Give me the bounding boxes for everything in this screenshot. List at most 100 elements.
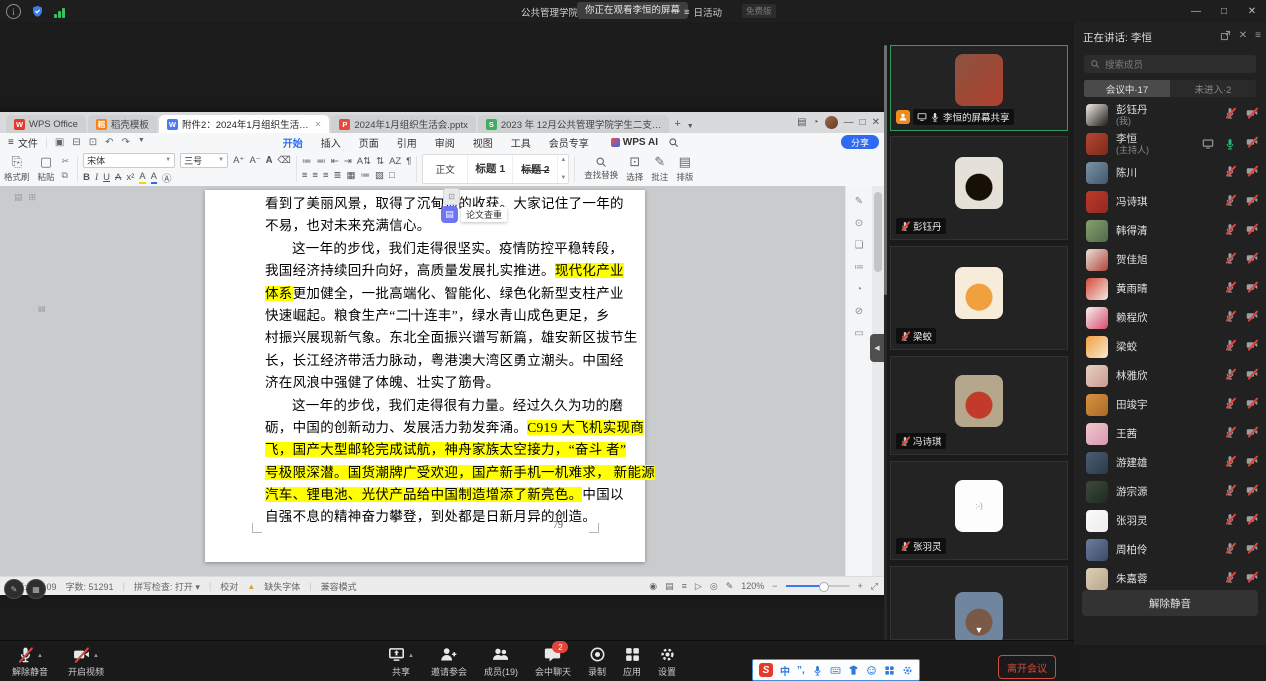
chat-button[interactable]: 2会中聊天 <box>535 645 571 678</box>
zoom-slider-thumb[interactable] <box>819 582 829 592</box>
caret-icon[interactable]: ▲ <box>408 653 414 663</box>
start-video-button[interactable]: ▲开启视频 <box>68 645 104 678</box>
mic-muted-icon[interactable] <box>1224 251 1236 269</box>
font-color-button[interactable]: A <box>151 171 157 184</box>
more-icon[interactable]: ▼ <box>138 137 145 148</box>
document-tab-1[interactable]: 稻稻壳模板 <box>88 115 157 133</box>
ribbon-tab-5[interactable]: 视图 <box>473 135 493 150</box>
mic-muted-icon[interactable] <box>1224 309 1236 327</box>
camera-off-icon[interactable] <box>1246 483 1258 501</box>
mic-on-icon[interactable] <box>1224 138 1236 150</box>
participant-row-2[interactable]: 陈川 <box>1074 158 1266 187</box>
bookmark-icon[interactable]: ❏ <box>855 240 864 251</box>
undo-icon[interactable]: ↶ <box>105 137 113 148</box>
participant-row-11[interactable]: 王茜 <box>1074 419 1266 448</box>
document-tab-3[interactable]: P2024年1月组织生活会.pptx <box>331 115 476 133</box>
typeset-button[interactable]: ▤排版 <box>672 154 697 183</box>
focus-mode-icon[interactable]: ◎ <box>710 581 718 592</box>
justify-icon[interactable]: ≣ <box>334 170 342 181</box>
style-heading2[interactable]: 标题 2 <box>513 155 558 183</box>
ribbon-tab-3[interactable]: 引用 <box>397 135 417 150</box>
participant-row-0[interactable]: 彭钰丹(我) <box>1074 100 1266 129</box>
ribbon-tab-0[interactable]: 开始 <box>283 135 303 150</box>
tab-not-joined[interactable]: 未进入·2 <box>1170 80 1256 97</box>
mic-muted-icon[interactable] <box>1224 570 1236 588</box>
camera-off-icon[interactable] <box>1246 280 1258 298</box>
zoom-out-button[interactable]: − <box>772 581 777 591</box>
style-gallery-arrows[interactable]: ▲▼ <box>558 155 568 183</box>
style-heading1[interactable]: 标题 1 <box>468 155 513 183</box>
status-spellcheck[interactable]: 拼写检查: 打开 ▾ <box>134 580 200 593</box>
font-size-select[interactable]: 三号▼ <box>180 153 228 168</box>
mic-muted-icon[interactable] <box>1224 425 1236 443</box>
numbered-list-icon[interactable]: ≕ <box>316 156 326 167</box>
decrease-font-icon[interactable]: A⁻ <box>249 155 260 166</box>
participant-row-7[interactable]: 赖程欣 <box>1074 303 1266 332</box>
new-tab-button[interactable]: + <box>674 118 680 130</box>
format-painter-button[interactable]: ⎘格式刷 <box>0 154 34 183</box>
participant-row-16[interactable]: 朱嘉蓉 <box>1074 564 1266 593</box>
floating-tool-icon[interactable]: ⊡ <box>443 188 460 205</box>
align-center-icon[interactable]: ≡ <box>312 170 318 181</box>
show-marks-icon[interactable]: ¶ <box>406 156 411 167</box>
ribbon-tab-1[interactable]: 插入 <box>321 135 341 150</box>
participant-row-1[interactable]: 李恒(主持人) <box>1074 129 1266 158</box>
panel-menu-icon[interactable]: ≡ <box>1255 30 1261 41</box>
page-view-icon[interactable]: ▤ <box>665 581 674 592</box>
search-member-input[interactable]: 搜索成员 <box>1084 55 1256 73</box>
bullet-list-icon[interactable]: ≔ <box>302 156 312 167</box>
document-tab-0[interactable]: WWPS Office <box>6 115 86 133</box>
document-tab-4[interactable]: S2023 年 12月公共管理学院学生二支… <box>478 115 669 133</box>
document-scrollbar[interactable] <box>872 186 884 576</box>
font-name-select[interactable]: 宋体▼ <box>83 153 175 168</box>
sort-icon[interactable]: AZ <box>389 156 401 167</box>
zoom-slider[interactable] <box>786 585 850 587</box>
text-effects-icon[interactable]: 𝐀 <box>266 155 273 166</box>
participant-row-13[interactable]: 游宗源 <box>1074 477 1266 506</box>
caret-icon[interactable]: ▲ <box>93 653 99 663</box>
unmute-button[interactable]: ▲解除静音 <box>12 645 48 678</box>
camera-off-icon[interactable] <box>1246 425 1258 443</box>
style-gallery[interactable]: 正文 标题 1 标题 2 ▲▼ <box>422 154 569 184</box>
underline-button[interactable]: U <box>103 172 110 183</box>
ime-mode-chinese[interactable]: 中 <box>780 663 790 678</box>
paper-check-assistant[interactable]: ▤ 论文查重 <box>441 206 507 223</box>
minimize-button[interactable]: — <box>1182 0 1210 22</box>
help-icon[interactable]: ⊘ <box>855 306 863 317</box>
floating-annotation-board-button[interactable]: ▦ <box>26 579 46 599</box>
ime-toolbar[interactable]: S 中 ”, <box>752 659 920 681</box>
camera-off-icon[interactable] <box>1246 106 1258 124</box>
camera-off-icon[interactable] <box>1246 222 1258 240</box>
document-tab-2[interactable]: W附件2：2024年1月组织生活…✕ <box>159 115 329 133</box>
workspace-icon[interactable]: ▤ <box>797 117 806 128</box>
mic-muted-icon[interactable] <box>1224 483 1236 501</box>
ime-voice-icon[interactable] <box>812 665 823 676</box>
tab-in-meeting[interactable]: 会议中·17 <box>1084 80 1170 97</box>
video-tile[interactable]: 梁蛟 <box>890 246 1068 350</box>
ime-toolbox-icon[interactable] <box>884 665 895 676</box>
panel-unmute-button[interactable]: 解除静音 <box>1082 590 1258 616</box>
video-tile[interactable]: 冯诗琪 <box>890 356 1068 455</box>
participant-list[interactable]: 彭钰丹(我)李恒(主持人)陈川冯诗琪韩得清贺佳旭黄雨晴赖程欣梁蛟林雅欣田竣宇王茜… <box>1074 100 1266 615</box>
status-missing-font[interactable]: 缺失字体 <box>264 580 300 593</box>
cut-icon[interactable]: ✂ <box>62 156 70 167</box>
floating-annotation-pen-button[interactable]: ✎ <box>4 579 24 599</box>
edit-icon[interactable]: ✎ <box>855 196 863 207</box>
align-right-icon[interactable]: ≡ <box>323 170 329 181</box>
wps-maximize-button[interactable]: □ <box>860 117 866 128</box>
outline-view-icon[interactable]: ≡ <box>682 581 687 591</box>
camera-off-icon[interactable] <box>1246 309 1258 327</box>
ime-keyboard-icon[interactable] <box>830 665 841 676</box>
mic-muted-icon[interactable] <box>1224 106 1236 124</box>
ribbon-tab-6[interactable]: 工具 <box>511 135 531 150</box>
increase-indent-icon[interactable]: ⇥ <box>344 156 352 167</box>
wps-side-toolbar[interactable]: ✎ ⊙ ❏ ≔ ◔ ⊘ ▭ <box>845 186 872 576</box>
screen-share-tile[interactable]: 李恒的屏幕共享 <box>890 45 1068 131</box>
participant-row-3[interactable]: 冯诗琪 <box>1074 187 1266 216</box>
character-border-icon[interactable]: Ⓐ <box>162 171 172 185</box>
user-avatar[interactable] <box>825 116 838 129</box>
status-proofread[interactable]: 校对 <box>220 580 238 593</box>
paragraph-handle-icon[interactable]: ▤ <box>38 304 46 313</box>
camera-off-icon[interactable] <box>1246 396 1258 414</box>
mic-muted-icon[interactable] <box>1224 541 1236 559</box>
